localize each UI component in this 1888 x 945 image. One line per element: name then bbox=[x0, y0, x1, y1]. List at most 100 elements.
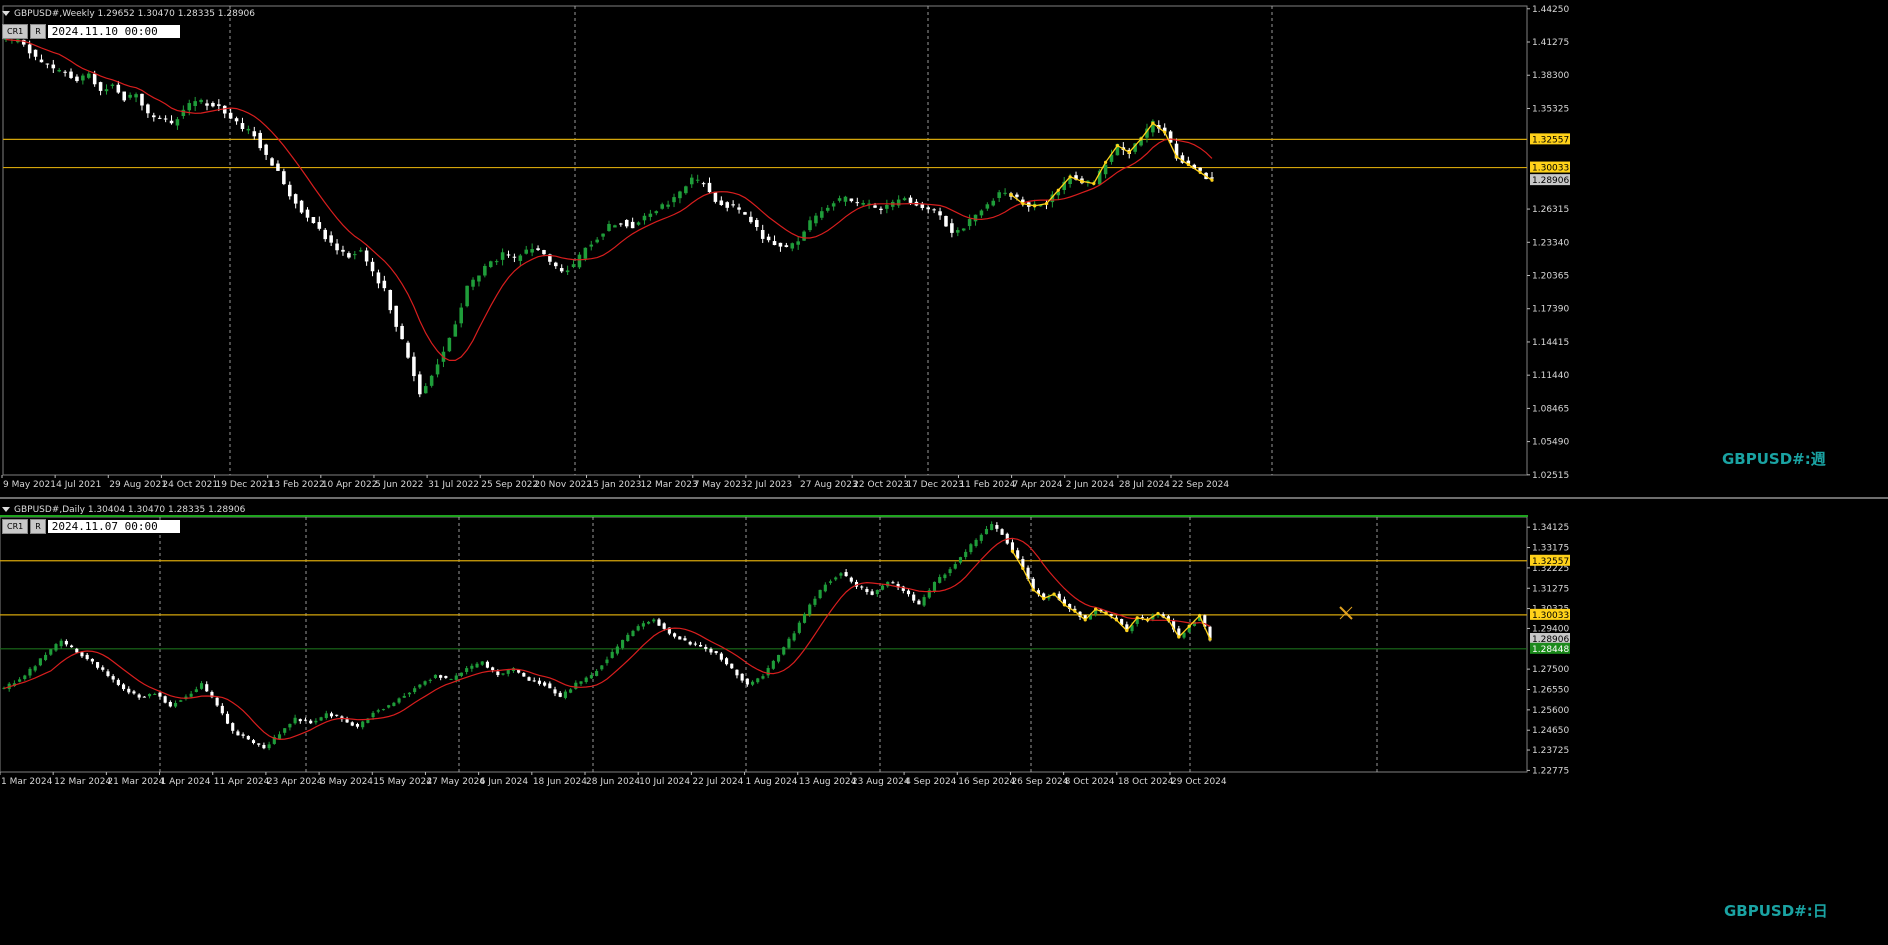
weekly-r-button[interactable]: R bbox=[30, 23, 46, 39]
daily-candle-body bbox=[96, 662, 100, 668]
daily-y-tick-label: 1.33175 bbox=[1532, 544, 1569, 554]
weekly-candle-body bbox=[459, 307, 463, 324]
daily-candle-body bbox=[823, 584, 827, 592]
daily-chart-panel[interactable]: 1.341251.331751.322251.312751.303251.294… bbox=[0, 502, 1888, 945]
weekly-zigzag-point bbox=[1044, 202, 1049, 206]
daily-candle-body bbox=[605, 659, 609, 664]
daily-candle-body bbox=[548, 683, 552, 689]
weekly-candle-body bbox=[808, 220, 812, 231]
weekly-candle-body bbox=[873, 205, 877, 208]
daily-toolbar: CR1 R 2024.11.07 00:00 bbox=[2, 518, 180, 534]
weekly-candle-body bbox=[843, 196, 848, 202]
weekly-candle-body bbox=[778, 242, 783, 247]
daily-candle-body bbox=[808, 604, 812, 615]
weekly-candle-body bbox=[228, 112, 233, 119]
weekly-candle-body bbox=[370, 261, 375, 272]
daily-zigzag-point bbox=[1083, 618, 1087, 622]
daily-candle-body bbox=[257, 743, 261, 745]
daily-candle-body bbox=[376, 710, 380, 712]
weekly-zigzag-point bbox=[1115, 143, 1120, 148]
daily-x-tick-label: 29 Oct 2024 bbox=[1171, 777, 1227, 787]
daily-candle-body bbox=[771, 660, 775, 669]
daily-candle-body bbox=[485, 661, 489, 668]
daily-candle-body bbox=[714, 651, 718, 654]
weekly-cr1-button[interactable]: CR1 bbox=[2, 23, 29, 39]
weekly-candle-body bbox=[684, 186, 688, 194]
daily-y-tick-label: 1.34125 bbox=[1532, 523, 1569, 533]
daily-candle-body bbox=[225, 713, 230, 724]
daily-candle-body bbox=[397, 698, 401, 703]
weekly-candle-body bbox=[731, 204, 735, 206]
daily-candle-body bbox=[277, 734, 282, 740]
daily-x-tick-label: 23 Apr 2024 bbox=[267, 777, 323, 787]
daily-candle-body bbox=[600, 665, 604, 670]
daily-candle-body bbox=[80, 652, 84, 657]
weekly-date-field[interactable]: 2024.11.10 00:00 bbox=[47, 24, 180, 38]
daily-zigzag-point bbox=[1052, 592, 1056, 596]
weekly-candle-body bbox=[855, 202, 860, 204]
weekly-candle-body bbox=[81, 75, 85, 81]
daily-candle-body bbox=[621, 639, 625, 648]
weekly-x-tick-label: 2 Jul 2023 bbox=[747, 480, 792, 490]
weekly-candle-body bbox=[217, 104, 221, 106]
daily-candle-body bbox=[70, 645, 74, 648]
weekly-y-tick-label: 1.05490 bbox=[1532, 438, 1569, 448]
weekly-candle-body bbox=[435, 364, 440, 375]
weekly-zigzag-point bbox=[1174, 155, 1179, 159]
weekly-candle-body bbox=[802, 231, 806, 241]
weekly-candle-body bbox=[542, 250, 546, 255]
weekly-candle-body bbox=[92, 73, 97, 85]
panel-separator[interactable] bbox=[0, 497, 1888, 499]
weekly-candle-body bbox=[282, 171, 286, 185]
daily-zigzag-point bbox=[1146, 618, 1150, 622]
weekly-zigzag-point bbox=[1021, 202, 1025, 206]
daily-candle-body bbox=[678, 636, 682, 640]
weekly-y-tick-label: 1.23340 bbox=[1532, 238, 1569, 248]
collapse-triangle-icon[interactable] bbox=[2, 11, 10, 16]
daily-candle-body bbox=[688, 641, 692, 645]
weekly-candle-body bbox=[672, 197, 676, 203]
daily-candle-body bbox=[173, 703, 178, 707]
daily-candle-body bbox=[371, 712, 375, 718]
weekly-candle-body bbox=[601, 233, 605, 237]
weekly-y-tick-label: 1.17390 bbox=[1532, 305, 1569, 315]
weekly-candle-body bbox=[205, 103, 209, 106]
daily-date-field[interactable]: 2024.11.07 00:00 bbox=[47, 519, 180, 533]
daily-r-button[interactable]: R bbox=[30, 518, 46, 534]
daily-price-badge-label: 1.32557 bbox=[1532, 557, 1569, 567]
weekly-x-tick-label: 13 Feb 2022 bbox=[269, 480, 325, 490]
weekly-candle-body bbox=[607, 223, 611, 231]
daily-candle-body bbox=[647, 621, 651, 624]
daily-candle-body bbox=[49, 649, 53, 655]
daily-candle-body bbox=[943, 574, 947, 579]
weekly-candles bbox=[4, 33, 1214, 398]
daily-candle-body bbox=[335, 714, 339, 716]
daily-candle-body bbox=[537, 680, 541, 684]
daily-candle-body bbox=[750, 681, 755, 685]
daily-candle-body bbox=[428, 679, 432, 681]
weekly-chart-panel[interactable]: 1.44250 1.41275 1.38300 1.35325 1.26315 1.233… bbox=[0, 0, 1888, 497]
daily-price-badge-label: 1.30033 bbox=[1532, 611, 1569, 621]
daily-candle-body bbox=[381, 709, 386, 711]
daily-x-tick-label: 3 May 2024 bbox=[320, 777, 373, 787]
weekly-candle-body bbox=[163, 118, 168, 120]
weekly-candle-body bbox=[270, 158, 274, 166]
pencil-icon[interactable] bbox=[1339, 606, 1353, 620]
daily-cr1-button[interactable]: CR1 bbox=[2, 518, 29, 534]
weekly-zigzag-point bbox=[1186, 162, 1190, 167]
daily-x-tick-label: 16 Sep 2024 bbox=[958, 777, 1015, 787]
weekly-candle-body bbox=[63, 71, 67, 73]
daily-candle-body bbox=[418, 684, 422, 688]
daily-candle-body bbox=[543, 682, 547, 686]
daily-x-tick-label: 23 Aug 2024 bbox=[852, 777, 910, 787]
weekly-chart-canvas[interactable]: 1.44250 1.41275 1.38300 1.35325 1.26315 1.233… bbox=[0, 0, 1888, 497]
daily-candle-body bbox=[345, 719, 349, 723]
daily-candle-body bbox=[127, 688, 131, 693]
collapse-triangle-icon[interactable] bbox=[2, 507, 10, 512]
weekly-candle-body bbox=[554, 262, 558, 267]
daily-candle-body bbox=[215, 697, 219, 706]
weekly-candle-body bbox=[506, 254, 511, 256]
daily-candle-body bbox=[444, 676, 448, 678]
daily-y-tick-label: 1.27500 bbox=[1532, 665, 1569, 675]
daily-chart-canvas[interactable]: 1.341251.331751.322251.312751.303251.294… bbox=[0, 502, 1888, 945]
